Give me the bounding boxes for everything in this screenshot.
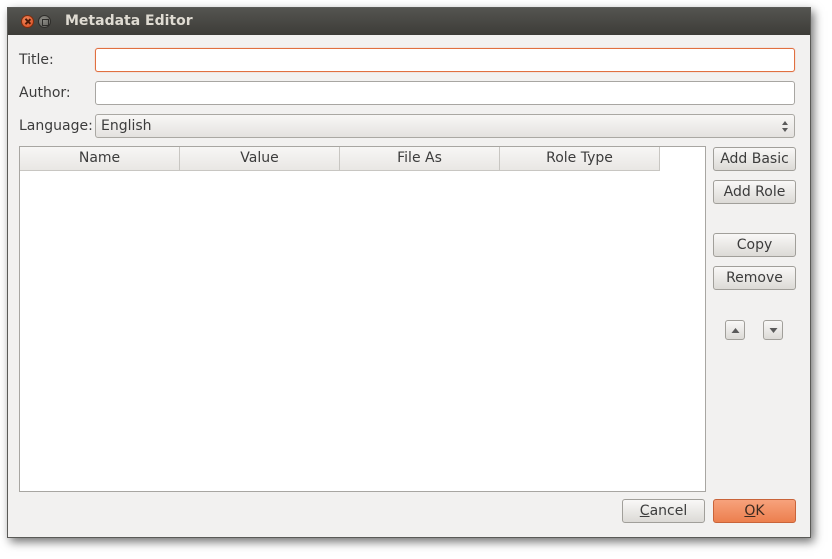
author-input[interactable] xyxy=(95,81,795,105)
table-header: Name Value File As Role Type xyxy=(20,147,660,171)
column-header-role-type[interactable]: Role Type xyxy=(500,147,660,171)
ok-mnemonic: O xyxy=(744,503,756,519)
cancel-button[interactable]: Cancel xyxy=(622,499,705,523)
triangle-up-icon xyxy=(731,328,740,333)
language-label: Language: xyxy=(19,118,93,134)
cancel-mnemonic: C xyxy=(639,503,650,519)
updown-arrows-icon xyxy=(782,121,788,132)
metadata-editor-window: Metadata Editor Title: Author: Language:… xyxy=(7,7,811,538)
window-title: Metadata Editor xyxy=(65,13,193,29)
author-label: Author: xyxy=(19,85,71,101)
maximize-icon[interactable] xyxy=(38,15,51,28)
column-header-name[interactable]: Name xyxy=(20,147,180,171)
copy-button[interactable]: Copy xyxy=(713,233,796,257)
add-role-button[interactable]: Add Role xyxy=(713,180,796,204)
title-input[interactable] xyxy=(95,48,795,72)
column-header-file-as[interactable]: File As xyxy=(340,147,500,171)
language-combobox[interactable]: English xyxy=(95,114,795,138)
move-down-button[interactable] xyxy=(763,320,783,340)
metadata-table[interactable]: Name Value File As Role Type xyxy=(19,146,706,492)
column-header-value[interactable]: Value xyxy=(180,147,340,171)
move-up-button[interactable] xyxy=(725,320,745,340)
remove-button[interactable]: Remove xyxy=(713,266,796,290)
cancel-label-rest: ancel xyxy=(649,503,688,519)
triangle-down-icon xyxy=(769,328,778,333)
title-label: Title: xyxy=(19,52,54,68)
title-bar[interactable]: Metadata Editor xyxy=(8,8,810,35)
language-selected-value: English xyxy=(101,118,152,134)
ok-label-rest: K xyxy=(755,503,765,519)
add-basic-button[interactable]: Add Basic xyxy=(713,147,796,171)
ok-button[interactable]: OK xyxy=(713,499,796,523)
close-icon[interactable] xyxy=(21,15,34,28)
